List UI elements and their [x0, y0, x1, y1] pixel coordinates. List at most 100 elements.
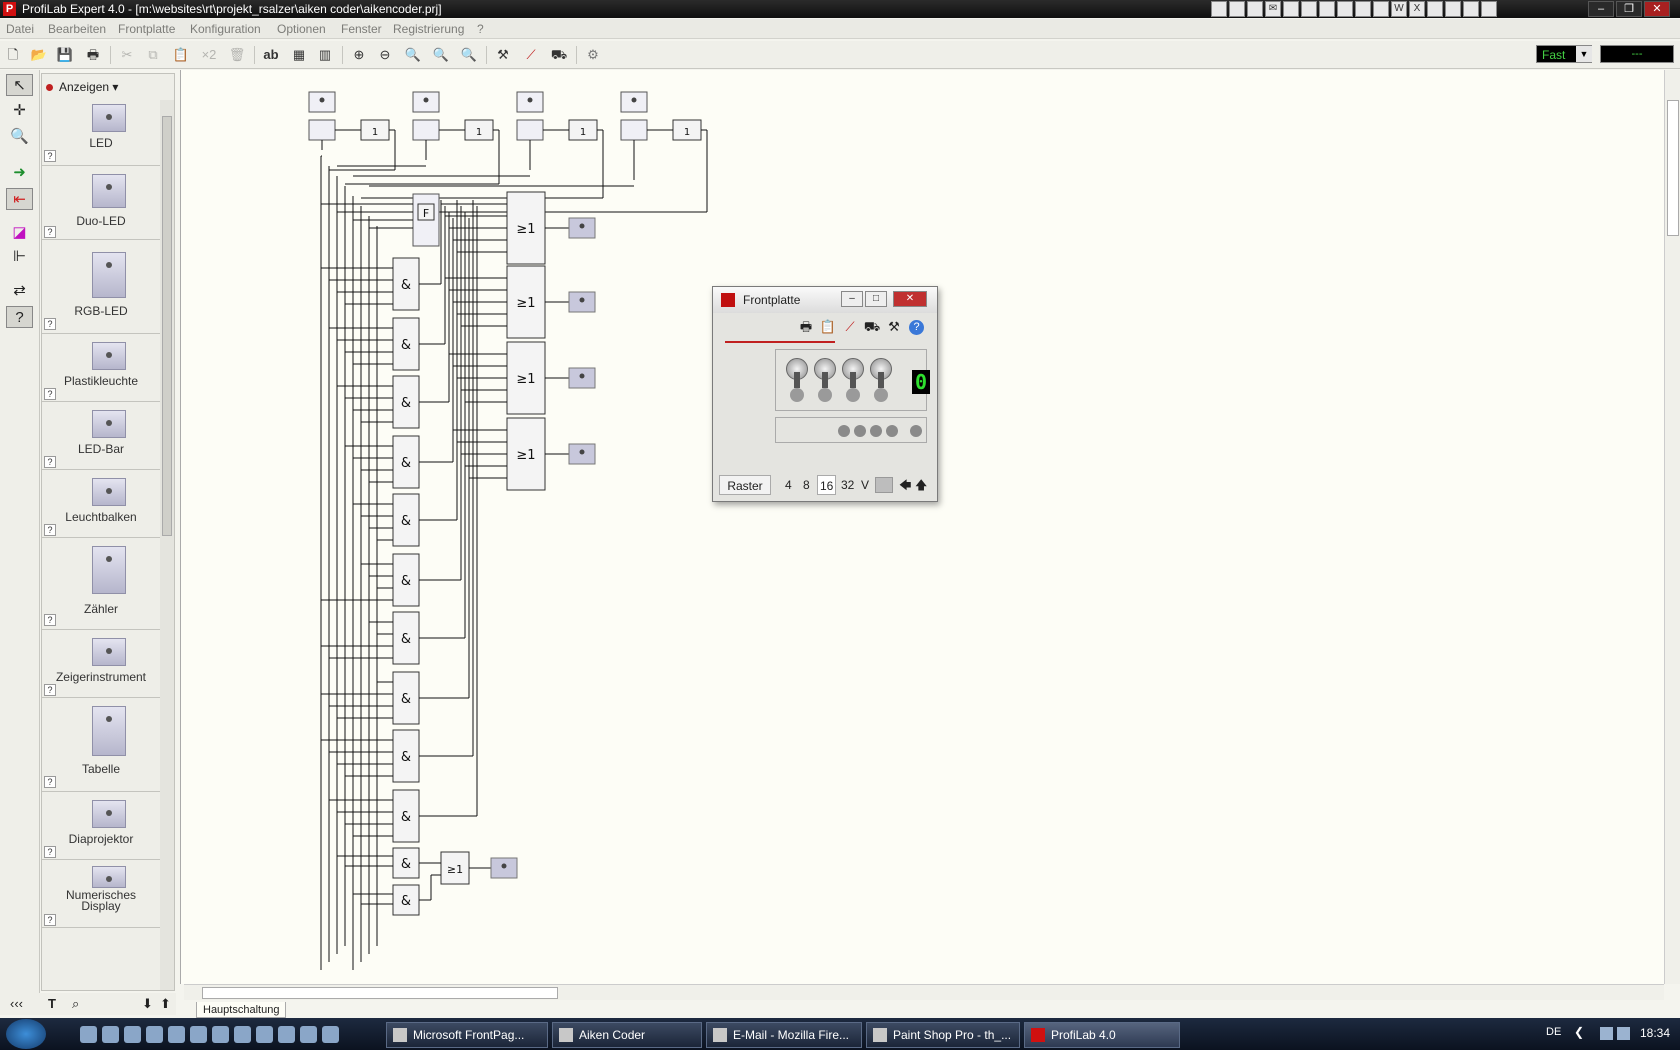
page-icon[interactable]: ▥ [316, 46, 334, 64]
quick-launch-icon[interactable] [322, 1026, 339, 1043]
close-button[interactable]: ✕ [893, 291, 927, 307]
text-label-icon[interactable]: ab [262, 46, 280, 64]
run-icon[interactable]: ⛟ [863, 318, 881, 336]
scrollbar-thumb[interactable] [162, 116, 172, 536]
horizontal-scrollbar[interactable] [184, 984, 1664, 1000]
shortcut-icon[interactable] [1301, 1, 1317, 17]
collapse-left-icon[interactable]: ‹‹‹ [10, 996, 23, 1011]
cut-icon[interactable]: ✂ [118, 46, 136, 64]
help-icon[interactable]: ? [44, 456, 56, 468]
binoculars-icon[interactable]: ⌕ [72, 996, 79, 1012]
menu-fenster[interactable]: Fenster [341, 22, 382, 36]
connector-icon[interactable]: ⊩ [6, 246, 33, 268]
magnifier-icon[interactable]: 🔍 [6, 126, 33, 148]
arrow-up-icon[interactable]: 🡅 [915, 475, 927, 495]
arrow-left-icon[interactable]: ⇤ [6, 188, 33, 210]
library-item-zaehler[interactable]: Zähler ? [42, 538, 160, 630]
vertical-scrollbar[interactable] [1664, 70, 1680, 984]
raster-option-32[interactable]: 32 [841, 475, 854, 495]
menu-datei[interactable]: Datei [6, 22, 34, 36]
start-button[interactable] [6, 1019, 46, 1049]
arrow-left-icon[interactable]: 🡄 [899, 475, 911, 495]
library-category-dropdown[interactable]: Anzeigen ▾ [46, 78, 118, 96]
print-icon[interactable]: 🖶 [84, 46, 102, 64]
grid-icon[interactable]: ▦ [290, 46, 308, 64]
text-tool-icon[interactable]: T [48, 996, 56, 1011]
zoom-reset-icon[interactable]: 🔍 [460, 46, 478, 64]
raster-option-v[interactable]: V [861, 475, 869, 495]
paste-icon[interactable]: 📋 [172, 46, 190, 64]
zoom-page-icon[interactable]: 🔍 [432, 46, 450, 64]
delete-icon[interactable]: 🗑 [228, 46, 246, 64]
quick-launch-icon[interactable] [124, 1026, 141, 1043]
shortcut-icon[interactable] [1355, 1, 1371, 17]
maximize-button[interactable]: □ [865, 291, 887, 307]
new-file-icon[interactable]: 🗋 [4, 46, 22, 64]
task-frontpage[interactable]: Microsoft FrontPag... [386, 1022, 548, 1048]
minimize-button[interactable]: – [841, 291, 863, 307]
quick-launch-icon[interactable] [146, 1026, 163, 1043]
tray-expand-icon[interactable]: ❮ [1574, 1025, 1584, 1039]
raster-option-16[interactable]: 16 [817, 475, 837, 495]
quick-launch-icon[interactable] [212, 1026, 229, 1043]
maximize-button[interactable]: ❐ [1616, 1, 1642, 17]
frontplatte-title-bar[interactable]: Frontplatte – □ ✕ [713, 287, 937, 313]
library-item-led-bar[interactable]: LED-Bar ? [42, 402, 160, 470]
shortcut-icon[interactable] [1445, 1, 1461, 17]
help-icon[interactable]: ? [44, 150, 56, 162]
clipboard-icon[interactable]: 📋 [819, 318, 837, 336]
select-pointer-icon[interactable]: ↖ [6, 74, 33, 96]
help-icon[interactable]: ? [44, 914, 56, 926]
library-item-rgb-led[interactable]: RGB-LED ? [42, 240, 160, 334]
minimize-button[interactable]: – [1588, 1, 1614, 17]
menu-help[interactable]: ? [477, 22, 484, 36]
shortcut-icon[interactable] [1211, 1, 1227, 17]
zoom-out-icon[interactable]: ⊖ [376, 46, 394, 64]
probe-icon[interactable]: ⟋ [522, 46, 540, 64]
gear-icon[interactable]: ⚙ [584, 46, 602, 64]
run-icon[interactable]: ⛟ [550, 46, 568, 64]
help-icon[interactable]: ? [44, 614, 56, 626]
task-firefox[interactable]: E-Mail - Mozilla Fire... [706, 1022, 862, 1048]
toggle-switch[interactable] [842, 358, 864, 404]
probe-icon[interactable]: ⟋ [841, 318, 859, 336]
arrow-up-icon[interactable]: ⬆ [160, 996, 171, 1012]
color-icon[interactable]: ◪ [6, 222, 33, 244]
library-item-tabelle[interactable]: Tabelle ? [42, 698, 160, 792]
chevron-down-icon[interactable]: ▼ [1576, 46, 1592, 62]
library-item-plastikleuchte[interactable]: Plastikleuchte ? [42, 334, 160, 402]
shortcut-icon[interactable] [1463, 1, 1479, 17]
menu-bearbeiten[interactable]: Bearbeiten [48, 22, 106, 36]
quick-launch-icon[interactable] [300, 1026, 317, 1043]
arrow-down-icon[interactable]: ⬇ [142, 996, 153, 1012]
excel-icon[interactable]: X [1409, 1, 1425, 17]
library-item-zeigerinstrument[interactable]: Zeigerinstrument ? [42, 630, 160, 698]
clock[interactable]: 18:34 [1640, 1026, 1670, 1040]
task-paint-shop-pro[interactable]: Paint Shop Pro - th_... [866, 1022, 1020, 1048]
crosshair-icon[interactable]: ✛ [6, 100, 33, 122]
task-aiken-coder[interactable]: Aiken Coder [552, 1022, 702, 1048]
library-item-diaprojektor[interactable]: Diaprojektor ? [42, 792, 160, 860]
language-indicator[interactable]: DE [1546, 1026, 1561, 1038]
shortcut-icon[interactable] [1373, 1, 1389, 17]
open-folder-icon[interactable]: 📂 [30, 46, 48, 64]
copy-icon[interactable]: ⧉ [144, 46, 162, 64]
mail-icon[interactable]: ✉ [1265, 1, 1281, 17]
help-pointer-icon[interactable]: ? [6, 306, 33, 328]
help-icon[interactable]: ? [909, 320, 924, 335]
quick-launch-icon[interactable] [234, 1026, 251, 1043]
shortcut-icon[interactable] [1247, 1, 1263, 17]
tab-hauptschaltung[interactable]: Hauptschaltung [196, 1002, 287, 1018]
zoom-in-icon[interactable]: ⊕ [350, 46, 368, 64]
network-icon[interactable] [1600, 1027, 1613, 1040]
shortcut-icon[interactable] [1319, 1, 1335, 17]
toggle-switch[interactable] [814, 358, 836, 404]
swap-icon[interactable]: ⇄ [6, 280, 33, 302]
word-icon[interactable]: W [1391, 1, 1407, 17]
help-icon[interactable]: ? [44, 388, 56, 400]
duplicate-icon[interactable]: ×2 [200, 46, 218, 64]
library-scrollbar[interactable] [160, 100, 174, 990]
scrollbar-thumb[interactable] [202, 987, 558, 999]
quick-launch-icon[interactable] [256, 1026, 273, 1043]
quick-launch-icon[interactable] [102, 1026, 119, 1043]
